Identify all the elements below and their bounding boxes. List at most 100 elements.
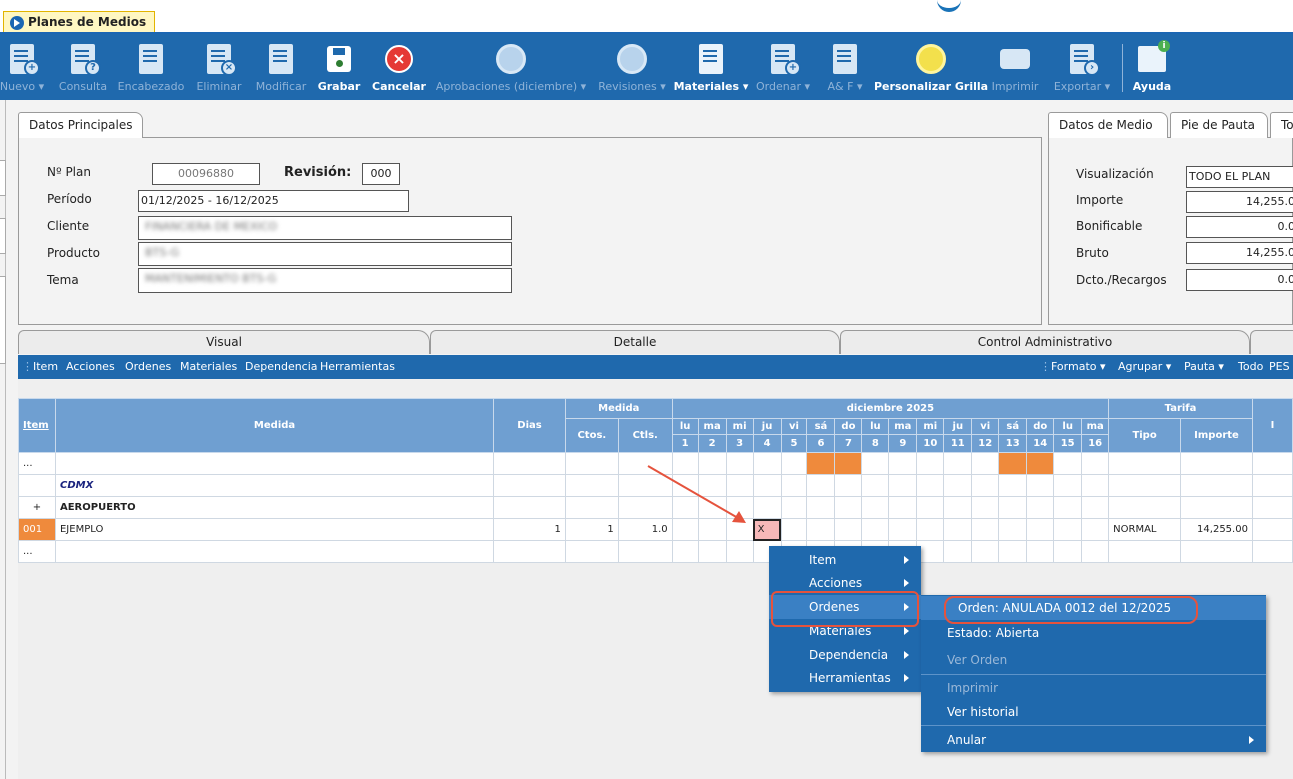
chevron-right-icon (1249, 736, 1254, 744)
bonificable-field[interactable]: 0.0 (1186, 216, 1293, 238)
revision-field[interactable]: 000 (362, 163, 400, 185)
tab-control-administrativo[interactable]: Control Administrativo (840, 330, 1250, 354)
menu-acciones[interactable]: Acciones (66, 355, 115, 379)
header-ctls[interactable]: Ctls. (617, 418, 673, 453)
tab-datos-principales[interactable]: Datos Principales (18, 112, 144, 138)
tab-datos-de-medio[interactable]: Datos de Medio (1048, 112, 1168, 138)
row-importe[interactable]: 14,255.00 (1180, 518, 1253, 541)
sub-anular[interactable]: Anular (921, 728, 1266, 752)
row-dias[interactable]: 1 (493, 518, 566, 541)
sub-imprimir[interactable]: Imprimir (921, 676, 1266, 700)
grabar-button[interactable]: Grabar (318, 36, 360, 98)
nuevo-button[interactable]: + Nuevo ▾ (0, 36, 44, 98)
revisiones-button[interactable]: Revisiones ▾ (596, 36, 668, 98)
menu-materiales[interactable]: Materiales (180, 355, 237, 379)
ctx-dependencia[interactable]: Dependencia (769, 643, 921, 667)
tab-more[interactable] (1250, 330, 1293, 354)
new-doc-icon: + (10, 44, 40, 76)
row-ctos[interactable]: 1 (564, 518, 619, 541)
group-aeropuerto[interactable]: AEROPUERTO (54, 496, 495, 519)
aprobaciones-label: Aprobaciones (diciembre) ▾ (435, 80, 587, 93)
af-label: A& F ▾ (827, 80, 863, 93)
expand-toggle[interactable]: + (18, 496, 56, 519)
materiales-button[interactable]: Materiales ▾ (674, 36, 748, 98)
menu-dependencia[interactable]: Dependencia (245, 355, 318, 379)
eliminar-button[interactable]: × Eliminar (194, 36, 244, 98)
chevron-right-icon (904, 556, 909, 564)
exportar-button[interactable]: › Exportar ▾ (1050, 36, 1114, 98)
ctx-item[interactable]: Item (769, 548, 921, 572)
header-tipo[interactable]: Tipo (1108, 418, 1182, 453)
tab-pie-de-pauta[interactable]: Pie de Pauta (1170, 112, 1268, 138)
tema-field[interactable]: MANTENIMIENTO BTS-G (138, 268, 512, 293)
menu-herramientas[interactable]: Herramientas (320, 355, 395, 379)
personalizar-grilla-button[interactable]: Personalizar Grilla (874, 36, 988, 98)
cancelar-label: Cancelar (372, 80, 426, 93)
aprobaciones-button[interactable]: Aprobaciones (diciembre) ▾ (434, 36, 588, 98)
grip-icon: ⋮ (1040, 360, 1051, 373)
tema-value: MANTENIMIENTO BTS-G (145, 272, 277, 285)
header-importe[interactable]: Importe (1180, 418, 1253, 453)
menu-formato[interactable]: Formato ▾ (1051, 355, 1106, 379)
day-number: 11 (943, 434, 973, 453)
menu-agrupar[interactable]: Agrupar ▾ (1118, 355, 1171, 379)
header-dias[interactable]: Dias (493, 398, 566, 453)
imprimir-button[interactable]: Imprimir (990, 36, 1040, 98)
day-number: 15 (1053, 434, 1083, 453)
visualizacion-select[interactable]: TODO EL PLAN (1186, 166, 1293, 188)
periodo-field[interactable]: 01/12/2025 - 16/12/2025 (138, 190, 409, 212)
header-ctos[interactable]: Ctos. (564, 418, 619, 453)
day-number: 2 (697, 434, 727, 453)
menu-todo[interactable]: Todo (1238, 355, 1263, 379)
cliente-field[interactable]: FINANCIERA DE MEXICO (138, 216, 512, 240)
af-button[interactable]: A& F ▾ (822, 36, 868, 98)
weekend-cell[interactable] (834, 452, 863, 475)
sub-ver-orden[interactable]: Ver Orden (921, 648, 1266, 672)
dcto-recargos-field[interactable]: 0.0 (1186, 269, 1293, 291)
producto-field[interactable]: BTS-G (138, 242, 512, 266)
orden-anulada-highlight (944, 596, 1198, 624)
weekend-cell[interactable] (1026, 452, 1055, 475)
header-medida[interactable]: Medida (54, 398, 495, 453)
bruto-field[interactable]: 14,255.0 (1186, 242, 1293, 264)
row-medida[interactable]: EJEMPLO (54, 518, 495, 541)
menu-pes[interactable]: PES (1269, 355, 1290, 379)
weekend-cell[interactable] (998, 452, 1028, 475)
ctx-herramientas[interactable]: Herramientas (769, 666, 921, 690)
header-item[interactable]: Item (18, 398, 56, 453)
ordenar-button[interactable]: + Ordenar ▾ (754, 36, 812, 98)
modificar-button[interactable]: Modificar (252, 36, 310, 98)
row-item-number[interactable]: 001 (18, 518, 56, 541)
tab-todo[interactable]: To (1270, 112, 1293, 138)
af-icon (833, 44, 857, 74)
tab-detalle[interactable]: Detalle (430, 330, 840, 354)
plan-number-field[interactable]: 00096880 (152, 163, 260, 185)
left-side-tab[interactable] (0, 160, 6, 196)
menu-ordenes[interactable]: Ordenes (125, 355, 171, 379)
save-icon (327, 46, 351, 72)
day-name: lu (671, 418, 699, 435)
encabezado-button[interactable]: Encabezado (116, 36, 186, 98)
ayuda-button[interactable]: Ayuda (1130, 36, 1174, 98)
row-tipo[interactable]: NORMAL (1108, 518, 1182, 541)
importe-label: Importe (1076, 193, 1124, 207)
row-item-cell[interactable]: ... (18, 540, 56, 563)
consulta-button[interactable]: ? Consulta (58, 36, 108, 98)
annotation-arrow (647, 465, 746, 523)
window-tab[interactable]: Planes de Medios (3, 11, 156, 33)
sub-estado[interactable]: Estado: Abierta (921, 621, 1266, 645)
table-row[interactable]: ... (18, 540, 1293, 563)
left-side-tab[interactable] (0, 218, 6, 254)
header-month: diciembre 2025 (671, 398, 1110, 419)
menu-pauta[interactable]: Pauta ▾ (1184, 355, 1224, 379)
sub-ver-historial[interactable]: Ver historial (921, 700, 1266, 724)
weekend-cell[interactable] (806, 452, 836, 475)
group-cdmx[interactable]: CDMX (54, 474, 495, 497)
importe-field[interactable]: 14,255.0 (1186, 191, 1293, 213)
left-side-tab[interactable] (0, 276, 6, 364)
tab-visual[interactable]: Visual (18, 330, 430, 354)
menu-item[interactable]: Item (33, 355, 58, 379)
cancelar-button[interactable]: × Cancelar (372, 36, 426, 98)
row-item-cell[interactable]: ... (18, 452, 56, 475)
day-name: vi (971, 418, 1000, 435)
